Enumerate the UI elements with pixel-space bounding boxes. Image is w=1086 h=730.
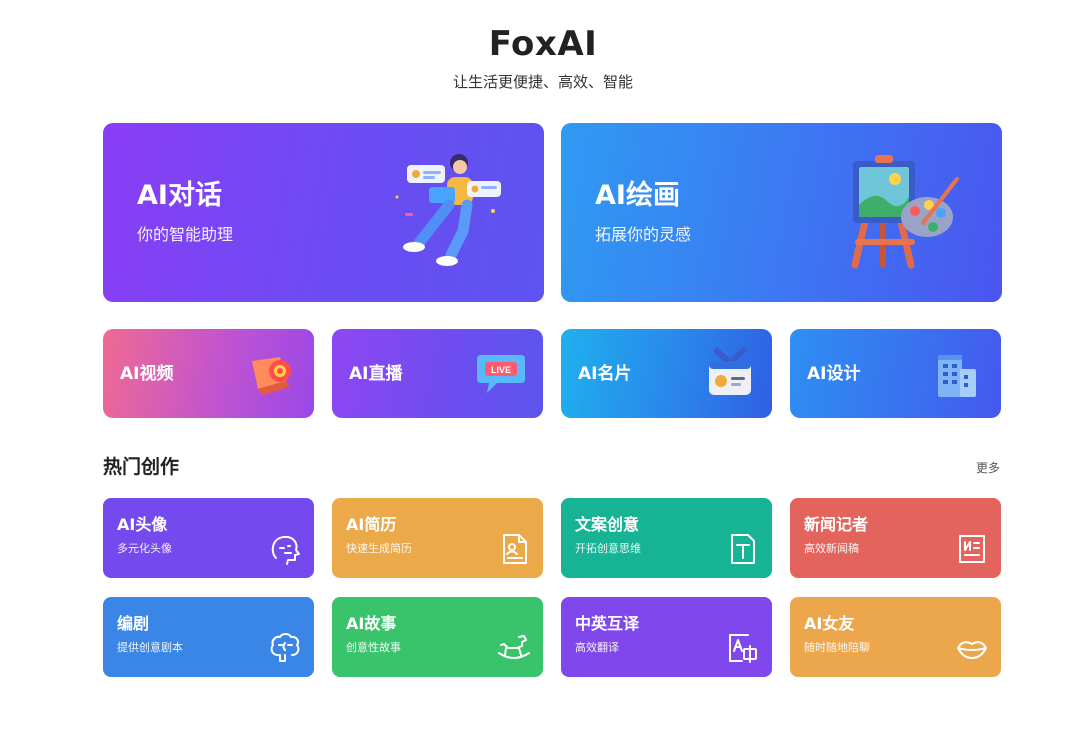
tool-title: 新闻记者 xyxy=(804,515,869,534)
live-bubble-icon: LIVE xyxy=(477,355,525,393)
card-title: AI视频 xyxy=(120,364,174,384)
ai-bizcard-card[interactable]: AI名片 xyxy=(561,329,772,418)
card-title: AI名片 xyxy=(578,364,632,384)
tool-card-girlfriend[interactable]: AI女友 随时随地陪聊 xyxy=(790,597,1001,677)
tool-title: 中英互译 xyxy=(575,614,640,633)
newspaper-icon xyxy=(959,535,985,563)
tool-card-translate[interactable]: 中英互译 高效翻译 xyxy=(561,597,772,677)
resume-icon xyxy=(503,534,527,564)
tool-subtitle: 提供创意剧本 xyxy=(117,641,183,654)
id-badge-icon xyxy=(709,347,751,395)
ai-chat-card[interactable]: AI对话 你的智能助理 xyxy=(103,123,544,302)
svg-text:LIVE: LIVE xyxy=(491,365,511,375)
tool-subtitle: 快速生成简历 xyxy=(346,542,412,555)
app-subtitle: 让生活更便捷、高效、智能 xyxy=(452,73,633,91)
card-title: AI绘画 xyxy=(595,180,680,211)
tool-title: AI女友 xyxy=(804,614,855,633)
card-subtitle: 拓展你的灵感 xyxy=(595,225,692,244)
tool-card-copywriting[interactable]: 文案创意 开拓创意思维 xyxy=(561,498,772,578)
tool-title: AI故事 xyxy=(346,614,397,633)
tool-card-news[interactable]: 新闻记者 高效新闻稿 xyxy=(790,498,1001,578)
ai-video-card[interactable]: AI视频 xyxy=(103,329,314,418)
lips-icon xyxy=(957,641,987,659)
ai-design-card[interactable]: AI设计 xyxy=(790,329,1001,418)
ai-live-card[interactable]: AI直播 LIVE xyxy=(332,329,543,418)
tool-subtitle: 随时随地陪聊 xyxy=(804,641,870,654)
rocking-horse-icon xyxy=(498,635,530,659)
header: FoxAI 让生活更便捷、高效、智能 xyxy=(0,22,1086,92)
tool-card-resume[interactable]: AI简历 快速生成简历 xyxy=(332,498,543,578)
building-icon xyxy=(938,355,976,397)
tool-title: AI头像 xyxy=(117,515,168,534)
card-title: AI对话 xyxy=(137,180,222,211)
tool-subtitle: 高效新闻稿 xyxy=(804,542,859,555)
tool-card-screenwriter[interactable]: 编剧 提供创意剧本 xyxy=(103,597,314,677)
section-title: 热门创作 xyxy=(103,456,180,478)
translate-icon xyxy=(729,634,757,663)
card-subtitle: 你的智能助理 xyxy=(137,225,234,244)
tool-title: 编剧 xyxy=(117,614,150,633)
card-title: AI直播 xyxy=(349,364,403,384)
easel-palette-illustration xyxy=(851,155,959,269)
tool-title: 文案创意 xyxy=(575,515,640,534)
tool-subtitle: 创意性故事 xyxy=(346,641,401,654)
app-title: FoxAI xyxy=(488,24,598,64)
tool-subtitle: 多元化头像 xyxy=(117,542,172,555)
ai-paint-card[interactable]: AI绘画 拓展你的灵感 xyxy=(561,123,1002,302)
tool-card-story[interactable]: AI故事 创意性故事 xyxy=(332,597,543,677)
tool-title: AI简历 xyxy=(346,515,397,534)
tool-subtitle: 高效翻译 xyxy=(575,641,619,654)
brain-icon xyxy=(270,633,300,662)
video-camera-icon xyxy=(252,357,291,395)
more-link[interactable]: 更多 xyxy=(976,460,1000,476)
tool-card-avatar[interactable]: AI头像 多元化头像 xyxy=(103,498,314,578)
face-icon xyxy=(271,535,300,565)
text-doc-icon xyxy=(731,534,755,564)
tool-subtitle: 开拓创意思维 xyxy=(575,542,641,555)
person-chat-illustration xyxy=(395,154,501,266)
card-title: AI设计 xyxy=(807,364,861,384)
